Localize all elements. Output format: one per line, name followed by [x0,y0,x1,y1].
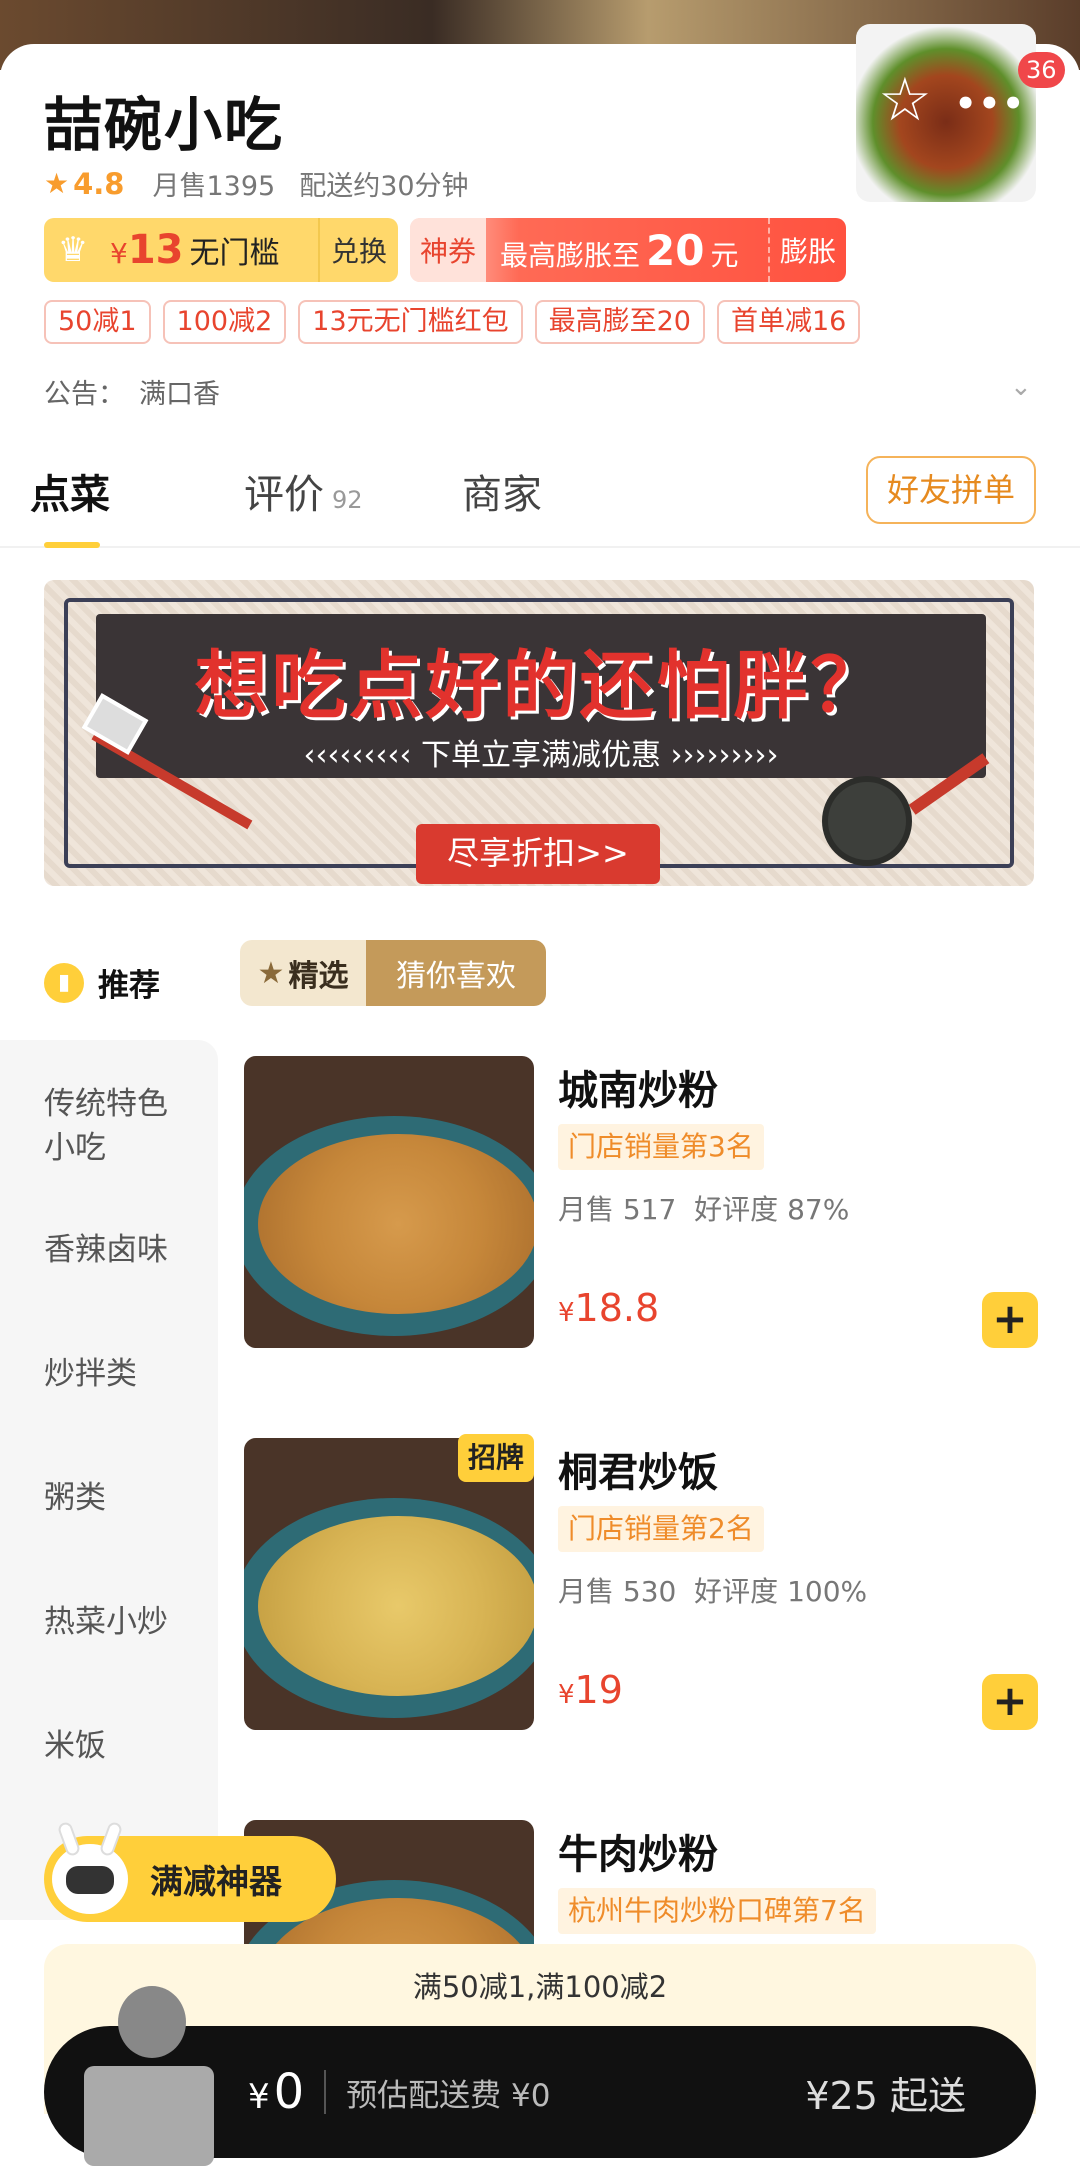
cart-divider [324,2070,327,2114]
favorite-star-icon[interactable]: ☆ [878,70,932,130]
exchange-button[interactable]: 兑换 [318,218,398,282]
dish-item[interactable]: 招牌 桐君炒饭 门店销量第2名 月售 530 好评度 100% ¥19 + [244,1434,1044,1730]
group-order-button[interactable]: 好友拼单 [866,456,1036,524]
sidebar-item-spicy-braised[interactable]: 香辣卤味 [44,1228,168,1272]
vip-coupon-amount: ¥13 [110,227,184,273]
expand-button[interactable]: 膨胀 [768,218,846,282]
signature-badge: 招牌 [458,1434,535,1482]
discount-tags: 50减1 100减2 13元无门槛红包 最高膨至20 首单减16 [44,300,861,344]
robot-bunny-icon [52,1820,128,1914]
bookmark-icon: ▮ [44,962,84,1003]
chevron-down-icon[interactable]: ⌄ [1010,372,1032,402]
notice-label: 公告： [44,379,125,410]
delivery-fee: 预估配送费 ¥0 [346,2077,551,2114]
discount-tag: 13元无门槛红包 [298,300,523,344]
add-to-cart-button[interactable]: + [982,1292,1038,1348]
dish-rank: 门店销量第3名 [558,1124,764,1170]
filter-selected[interactable]: ★ 精选 [240,940,366,1006]
banner-headline: 想吃点好的还怕胖？ [194,643,888,729]
discount-tag: 50减1 [44,300,151,344]
dish-stats: 月售 530 好评度 100% [558,1575,868,1608]
recommend-header[interactable]: ▮ 推荐 [44,960,160,1005]
dish-price: ¥19 [558,1668,623,1712]
rating-score: 4.8 [73,166,125,201]
vip-coupon-card[interactable]: ♛ ¥13 无门槛 兑换 [44,218,398,282]
vip-coupon-label: 无门槛 [189,236,280,271]
tab-active-indicator [44,542,100,548]
sidebar-item-stir-fry[interactable]: 炒拌类 [44,1352,137,1396]
fried-rice-shape [258,1516,534,1696]
store-title: 喆碗小吃 [44,91,285,159]
dish-name: 牛肉炒粉 [558,1832,718,1878]
reviews-count: 92 [332,486,363,514]
dish-item[interactable]: 牛肉炒粉 杭州牛肉炒粉口碑第7名 [244,1820,1044,1950]
min-order[interactable]: ¥25 起送 [805,2065,966,2120]
sidebar-item-hot-dishes[interactable]: 热菜小炒 [44,1600,168,1644]
store-notice: 公告： 满口香 [44,372,220,411]
more-icon[interactable]: ••• [955,84,1026,124]
banner-subline: ‹‹‹‹‹‹‹‹‹ 下单立享满减优惠 ››››››››› [303,738,779,773]
rating-star-icon: ★ [44,167,70,200]
courier-mascot-icon[interactable] [84,1986,214,2166]
pan-icon [822,776,912,866]
filter-guess-you-like[interactable]: 猜你喜欢 [366,940,546,1006]
discount-tag: 最高膨至20 [534,300,705,344]
discount-tool-button[interactable]: 满减神器 [44,1820,336,1922]
discount-tool-label: 满减神器 [150,1862,282,1901]
star-icon: ★ [257,955,285,991]
category-sidebar: 传统特色 小吃 香辣卤味 炒拌类 粥类 热菜小炒 米饭 [0,1040,218,1920]
notice-text: 满口香 [139,379,220,410]
dish-name: 城南炒粉 [558,1068,718,1114]
store-image[interactable]: ☆ ••• [856,24,1036,202]
dish-item[interactable]: 城南炒粉 门店销量第3名 月售 517 好评度 87% ¥18.8 + [244,1056,1044,1348]
super-coupon-text: 最高膨胀至 20 元 [500,225,739,275]
discount-tag: 100减2 [162,300,287,344]
cart-total: ¥0 [248,2064,305,2120]
promo-banner[interactable]: 想吃点好的还怕胖？ ‹‹‹‹‹‹‹‹‹ 下单立享满减优惠 ››››››››› 尽… [44,580,1034,886]
add-to-cart-button[interactable]: + [982,1674,1038,1730]
discount-tag: 首单减16 [716,300,861,344]
tab-merchant[interactable]: 商家 [462,462,542,520]
banner-button[interactable]: 尽享折扣>> [416,824,660,884]
crown-icon: ♛ [57,230,89,270]
notification-badge: 36 [1018,52,1065,88]
dish-name: 桐君炒饭 [558,1450,718,1496]
dish-rank: 杭州牛肉炒粉口碑第7名 [558,1888,876,1934]
tab-order[interactable]: 点菜 [30,462,110,520]
tab-reviews[interactable]: 评价 92 [244,462,363,520]
dish-price: ¥18.8 [558,1286,660,1330]
sidebar-item-porridge[interactable]: 粥类 [44,1476,106,1520]
sidebar-item-rice[interactable]: 米饭 [44,1724,106,1768]
store-meta: ★ 4.8 月售1395 配送约30分钟 [44,164,469,203]
monthly-sales: 月售1395 [152,171,276,202]
delivery-time: 配送约30分钟 [299,171,469,202]
dish-stats: 月售 517 好评度 87% [558,1193,850,1226]
filter-pill: ★ 精选 猜你喜欢 [240,940,546,1006]
sidebar-item-traditional-snacks[interactable]: 传统特色 小吃 [44,1082,168,1170]
super-coupon-tag: 神券 [410,218,486,282]
noodles-shape [258,1134,534,1314]
dish-rank: 门店销量第2名 [558,1506,764,1552]
dish-photo[interactable] [244,1056,534,1348]
recommend-label: 推荐 [98,968,160,1004]
super-coupon-card[interactable]: 神券 最高膨胀至 20 元 膨胀 [410,218,846,282]
